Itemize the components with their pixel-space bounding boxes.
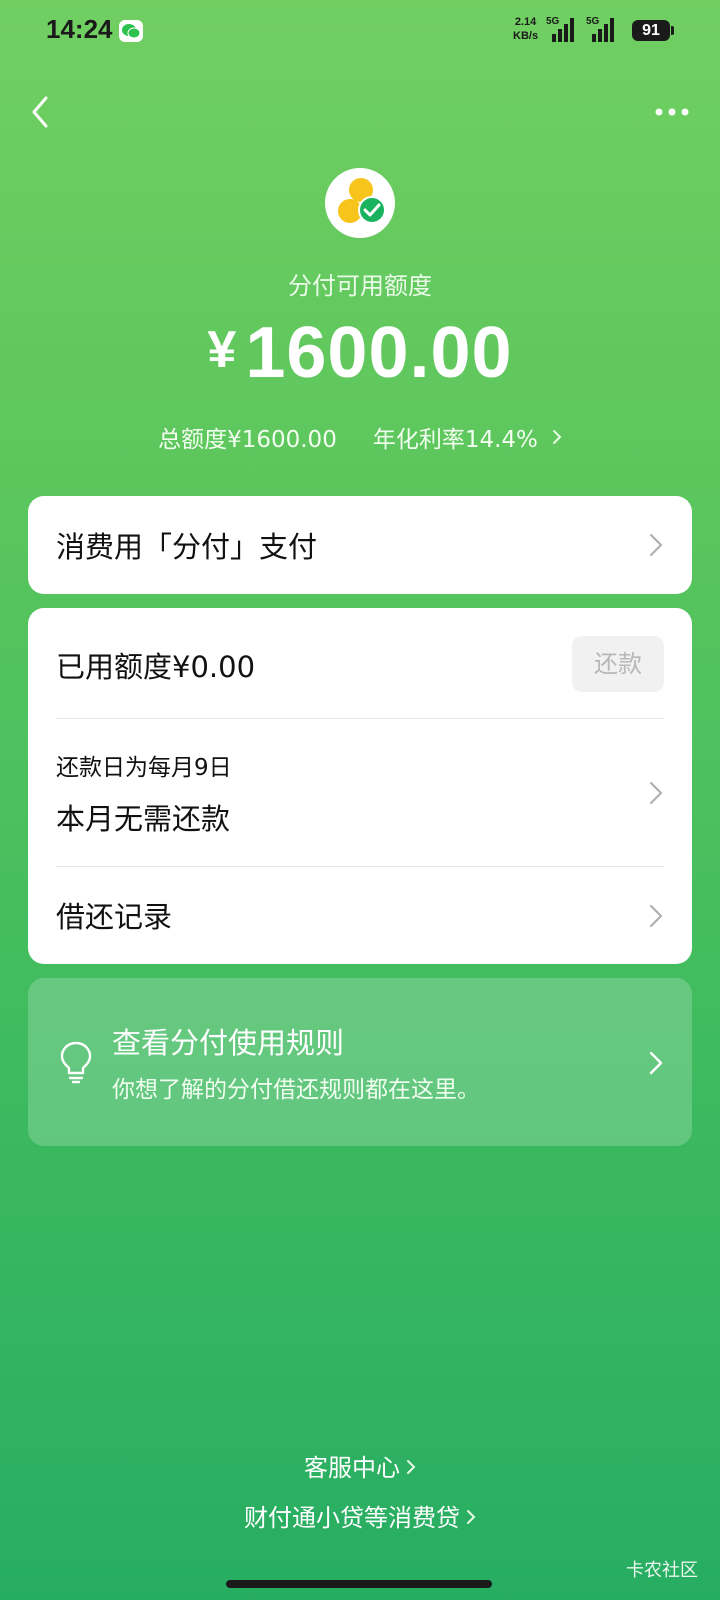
chevron-right-icon [649,904,663,928]
consumer-loan-text: 财付通小贷等消费贷 [244,1504,460,1532]
status-time: 14:24 [46,14,113,44]
available-limit-amount: ¥1600.00 [0,312,720,394]
home-indicator[interactable] [226,1580,492,1588]
battery-indicator: 91 [632,20,674,41]
credit-summary-row[interactable]: 总额度¥1600.00 年化利率14.4% [0,420,720,454]
signal-1-label: 5G [546,16,560,27]
back-button[interactable] [26,92,56,132]
network-speed: 2.14 KB/s [513,15,538,43]
customer-service-text: 客服中心 [304,1454,400,1482]
divider [56,718,664,719]
available-amount-value: 1600.00 [245,313,513,393]
chevron-right-icon [552,430,562,444]
chevron-right-icon [467,1510,476,1524]
status-bar: 14:24 2.14 KB/s 5G 5G 91 [0,0,720,64]
usage-rules-item[interactable]: 查看分付使用规则 你想了解的分付借还规则都在这里。 [28,978,692,1146]
chevron-left-icon [32,96,48,128]
lightbulb-icon [60,1041,92,1084]
watermark: 卡农社区 [626,1560,698,1581]
repay-day-text: 还款日为每月9日 [56,755,232,781]
customer-service-link[interactable]: 客服中心 [0,1448,720,1483]
network-speed-unit: KB/s [513,30,539,42]
fenfu-logo [325,168,395,238]
more-button[interactable] [652,100,692,124]
used-limit: 已用额度¥0.00 [56,650,256,684]
divider [56,866,664,867]
fenfu-coins-icon [338,178,386,224]
rules-subtitle: 你想了解的分付借还规则都在这里。 [112,1077,480,1103]
records-label: 借还记录 [56,900,173,934]
repay-status: 本月无需还款 [56,802,231,836]
repayment-card: 已用额度¥0.00 还款 还款日为每月9日 本月无需还款 借还记录 [28,608,692,964]
network-speed-value: 2.14 [514,16,537,28]
chevron-right-icon [649,533,663,557]
signal-strength-1: 5G [546,16,582,48]
more-horizontal-icon [655,108,689,116]
chevron-right-icon [649,1051,663,1075]
available-limit-label: 分付可用额度 [288,272,432,300]
pay-with-fenfu-item[interactable]: 消费用「分付」支付 [28,496,692,594]
annual-rate[interactable]: 年化利率14.4% [361,427,562,453]
chevron-right-icon [649,781,663,805]
annual-rate-text: 年化利率14.4% [372,427,538,453]
rules-title: 查看分付使用规则 [112,1026,345,1060]
currency-symbol: ¥ [207,321,238,379]
consumer-loan-link[interactable]: 财付通小贷等消费贷 [0,1498,720,1533]
repay-button[interactable]: 还款 [572,636,664,692]
signal-2-label: 5G [586,16,600,27]
chevron-right-icon [407,1460,416,1474]
wechat-notification-icon [119,20,143,42]
signal-strength-2: 5G [586,16,622,48]
total-limit: 总额度¥1600.00 [158,427,337,453]
pay-with-fenfu-label: 消费用「分付」支付 [56,530,318,564]
